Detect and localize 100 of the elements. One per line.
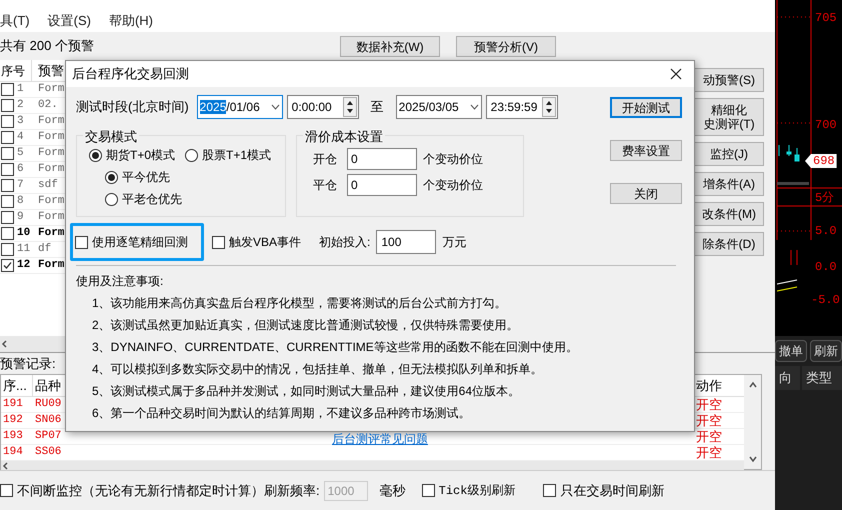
- checkbox[interactable]: [422, 484, 435, 497]
- menu-item[interactable]: 设置(S): [48, 10, 91, 30]
- alert-name: Form: [37, 146, 64, 162]
- radio-label: 期货T+0模式: [106, 147, 176, 164]
- panel-button[interactable]: 刷新: [810, 340, 842, 362]
- row-number: 8: [17, 194, 24, 210]
- table-cell-text: RU09: [34, 397, 62, 412]
- menu-item[interactable]: 帮助(H): [108, 10, 153, 30]
- checkbox-label: 不间断监控（无论有无新行情都定时计算）刷新频率:: [17, 482, 320, 500]
- price-label: 705: [815, 10, 837, 27]
- column-header[interactable]: 序...: [1, 375, 33, 396]
- spinner-icon[interactable]: [542, 97, 556, 117]
- checkbox[interactable]: [1, 163, 14, 176]
- dialog-button[interactable]: 费率设置: [610, 140, 682, 161]
- unit-label: 个变动价位: [423, 151, 483, 168]
- alert-name: sdf: [37, 178, 58, 194]
- checkbox-label: 触发VBA事件: [229, 234, 302, 251]
- checkbox[interactable]: [75, 236, 88, 248]
- price-label: 700: [815, 117, 837, 134]
- side-button[interactable]: 除条件(D): [694, 232, 764, 256]
- dialog-button[interactable]: 关闭: [610, 183, 682, 204]
- row-number: 7: [17, 178, 24, 194]
- checkbox-label: Tick级别刷新: [438, 482, 516, 500]
- date-field[interactable]: 2025/01/06: [196, 95, 283, 119]
- date-field[interactable]: 2025/03/05: [396, 95, 482, 119]
- row-number: 6: [17, 162, 24, 178]
- field-label: 初始投入:: [319, 234, 370, 251]
- checkbox[interactable]: [1, 131, 14, 144]
- radio-button[interactable]: [105, 192, 118, 206]
- toolbar-button[interactable]: 预警分析(V): [456, 36, 556, 57]
- dialog-button[interactable]: 开始测试: [610, 97, 682, 118]
- number-field[interactable]: 100: [376, 230, 436, 254]
- column-header[interactable]: 序号: [0, 60, 32, 81]
- checkbox[interactable]: [1, 259, 14, 272]
- dropdown-caret-icon[interactable]: [470, 104, 479, 110]
- price-label: 0.0: [815, 259, 837, 276]
- field-label: 开仓: [313, 151, 338, 168]
- checkbox[interactable]: [1, 195, 14, 208]
- table-cell-text: 开空: [695, 396, 723, 414]
- alert-name: Form: [37, 114, 64, 130]
- line-chart-drawing: [777, 250, 798, 292]
- alert-name: Form: [37, 226, 64, 242]
- note-text: 2、该测试虽然更加贴近真实，但测试速度比普通测试较慢，仅供特殊需要使用。: [92, 317, 520, 334]
- side-button[interactable]: 动预警(S): [694, 68, 764, 92]
- checkbox[interactable]: [212, 236, 225, 248]
- radio-button[interactable]: [105, 170, 118, 184]
- row-number: 4: [17, 130, 24, 146]
- side-button[interactable]: 精细化 史测评(T): [694, 98, 764, 136]
- side-button[interactable]: 监控(J): [694, 142, 764, 166]
- checkbox[interactable]: [543, 484, 556, 497]
- time-field[interactable]: 0:00:00: [286, 95, 359, 119]
- to-label: 至: [370, 98, 384, 116]
- column-header[interactable]: 动作: [694, 375, 744, 396]
- radio-label: 平今优先: [122, 169, 170, 186]
- radio-button[interactable]: [89, 148, 102, 162]
- radio-button[interactable]: [185, 148, 198, 162]
- time-field[interactable]: 23:59:59: [486, 95, 558, 119]
- toolbar-button[interactable]: 数据补充(W): [340, 36, 440, 57]
- checkbox[interactable]: [1, 147, 14, 160]
- table-cell-text: SP07: [34, 429, 62, 444]
- row-number: 9: [17, 210, 24, 226]
- panel-button[interactable]: 撤单: [775, 340, 807, 362]
- faq-link[interactable]: 后台测评常见问题: [332, 430, 428, 448]
- checkbox[interactable]: [1, 211, 14, 224]
- price-label: 5.0: [815, 223, 837, 240]
- column-header[interactable]: 向: [775, 366, 800, 390]
- side-button[interactable]: 改条件(M): [694, 202, 764, 226]
- checkbox[interactable]: [1, 115, 14, 128]
- table-cell-text: 193: [2, 429, 24, 444]
- table-cell-text: 192: [2, 413, 24, 428]
- dropdown-caret-icon[interactable]: [270, 104, 280, 110]
- table-cell-text: SS06: [34, 445, 62, 460]
- checkbox[interactable]: [0, 484, 13, 497]
- checkbox[interactable]: [1, 83, 14, 96]
- number-field[interactable]: 0: [347, 148, 417, 170]
- side-button[interactable]: 增条件(A): [694, 172, 764, 196]
- number-field[interactable]: 0: [347, 174, 417, 196]
- column-header[interactable]: 类型: [802, 366, 842, 390]
- horizontal-scrollbar[interactable]: [1, 461, 744, 471]
- unit-label: 个变动价位: [423, 177, 483, 194]
- checkbox[interactable]: [1, 227, 14, 240]
- close-icon[interactable]: [670, 68, 682, 80]
- checkbox[interactable]: [1, 243, 14, 256]
- field-label: 平仓: [313, 177, 338, 194]
- alert-name: Form: [37, 210, 64, 226]
- alert-name: df: [37, 242, 52, 258]
- vertical-scrollbar[interactable]: [744, 375, 761, 469]
- price-tag: 698: [805, 154, 837, 168]
- row-number: 3: [17, 114, 24, 130]
- menu-item[interactable]: 具(T): [0, 10, 30, 30]
- spinner-icon[interactable]: [342, 97, 357, 117]
- note-text: 5、该测试模式属于多品种并发测试，如同时测试大量品种，建议使用64位版本。: [92, 383, 522, 400]
- alert-name: Form: [37, 162, 64, 178]
- radio-label: 股票T+1模式: [202, 147, 272, 164]
- table-cell-text: 开空: [695, 428, 723, 446]
- unit-label: 万元: [442, 234, 466, 251]
- checkbox[interactable]: [1, 179, 14, 192]
- column-header[interactable]: 品种: [33, 375, 66, 396]
- checkbox[interactable]: [1, 99, 14, 112]
- record-label: 预警记录:: [0, 354, 56, 373]
